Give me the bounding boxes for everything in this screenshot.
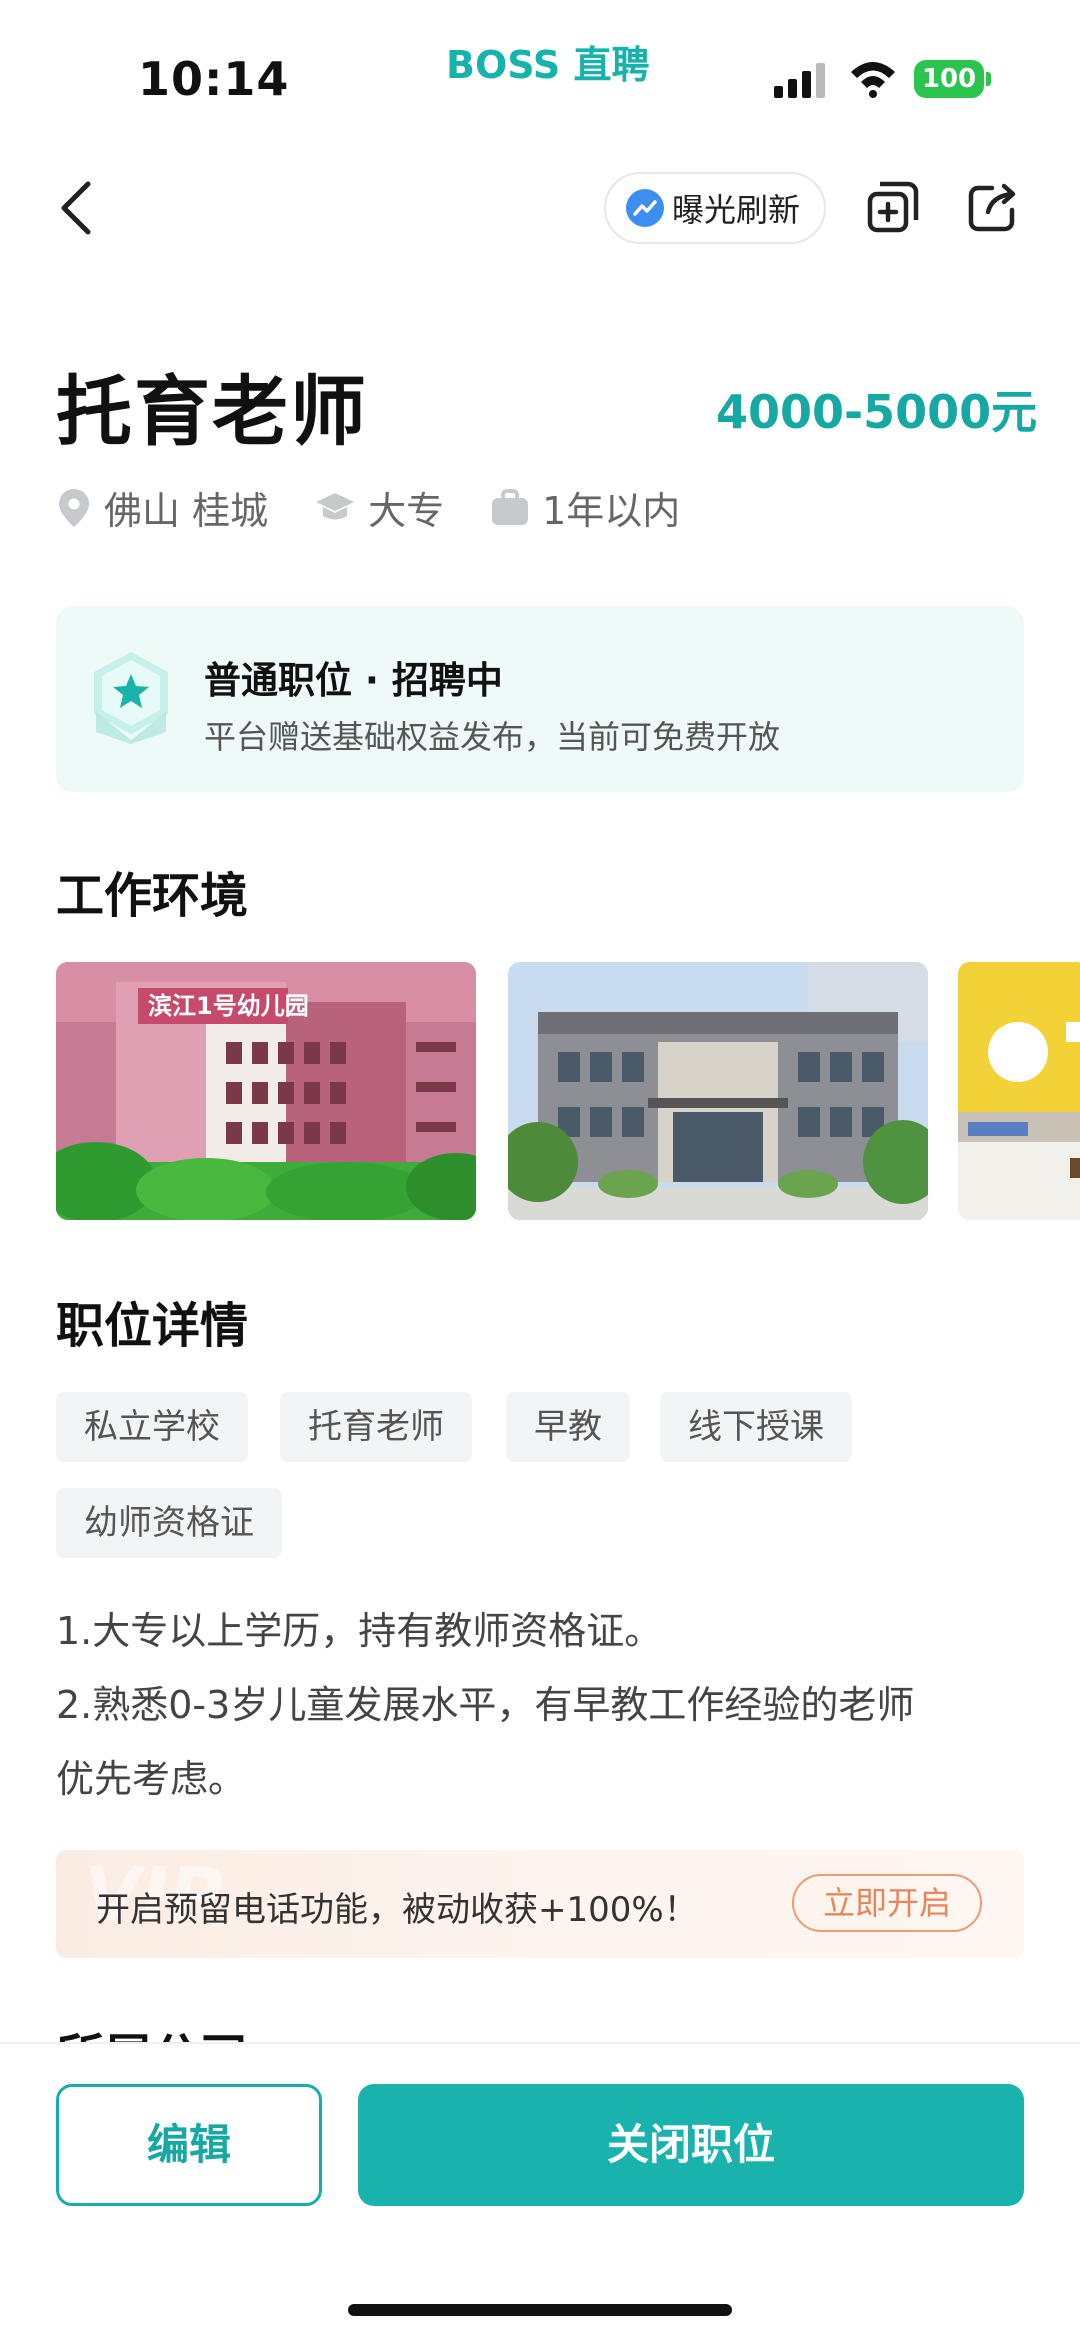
status-title: 普通职位 · 招聘中 — [204, 659, 503, 702]
salary-range: 4000-5000元 — [716, 385, 1038, 439]
location-item: 佛山 桂城 — [56, 480, 268, 535]
enable-now-button[interactable]: 立即开启 — [792, 1874, 982, 1932]
description-line-1: 1.大专以上学历，持有教师资格证。 — [56, 1609, 663, 1653]
job-details-title: 职位详情 — [56, 1298, 249, 1354]
vip-banner-text: 开启预留电话功能，被动收获+100%！ — [96, 1890, 698, 1930]
education-text: 大专 — [368, 489, 445, 533]
tag-offline-teaching: 线下授课 — [660, 1392, 852, 1462]
star-badge-icon — [94, 652, 168, 744]
battery-level: 100 — [914, 60, 984, 98]
graduation-cap-icon — [316, 492, 355, 519]
location-text: 佛山 桂城 — [104, 489, 269, 533]
environment-photo-3[interactable] — [958, 962, 1080, 1220]
tag-early-education: 早教 — [506, 1392, 630, 1462]
back-arrow-icon[interactable] — [56, 178, 96, 238]
environment-photo-1[interactable]: 滨江1号幼儿园 — [56, 962, 476, 1220]
chart-up-icon — [626, 189, 664, 227]
job-title: 托育老师 — [56, 367, 368, 456]
brand-logo: BOSS 直聘 — [446, 43, 650, 87]
company-section-title: 所属公司 — [56, 2018, 248, 2042]
status-time: 10:14 — [138, 52, 290, 106]
experience-item: 1年以内 — [490, 480, 680, 535]
share-icon[interactable] — [966, 180, 1020, 234]
job-meta: 佛山 桂城 大专 1年以内 — [56, 480, 726, 535]
edit-button[interactable]: 编辑 — [56, 2084, 322, 2206]
exposure-refresh-label: 曝光刷新 — [672, 191, 801, 229]
description-line-3: 优先考虑。 — [56, 1757, 247, 1801]
education-item: 大专 — [314, 480, 444, 535]
briefcase-icon — [492, 488, 529, 525]
experience-text: 1年以内 — [542, 489, 681, 533]
home-indicator[interactable] — [348, 2304, 732, 2316]
status-subtitle: 平台赠送基础权益发布，当前可免费开放 — [204, 718, 781, 756]
close-position-button[interactable]: 关闭职位 — [358, 2084, 1024, 2206]
tag-kindergarten-certificate: 幼师资格证 — [56, 1488, 282, 1558]
copy-add-icon[interactable] — [866, 180, 920, 234]
signal-icon — [774, 63, 825, 98]
description-line-2: 2.熟悉0-3岁儿童发展水平，有早教工作经验的老师 — [56, 1683, 915, 1727]
work-environment-title: 工作环境 — [56, 868, 249, 924]
tag-childcare-teacher: 托育老师 — [280, 1392, 472, 1462]
battery-icon: 100 — [914, 60, 991, 98]
environment-photo-2[interactable] — [508, 962, 928, 1220]
wifi-icon — [851, 62, 895, 98]
photo1-sign: 滨江1号幼儿园 — [148, 992, 309, 1020]
job-status-card[interactable] — [56, 606, 1024, 792]
exposure-refresh-button[interactable]: 曝光刷新 — [604, 172, 826, 244]
tag-private-school: 私立学校 — [56, 1392, 248, 1462]
location-pin-icon — [59, 488, 89, 527]
